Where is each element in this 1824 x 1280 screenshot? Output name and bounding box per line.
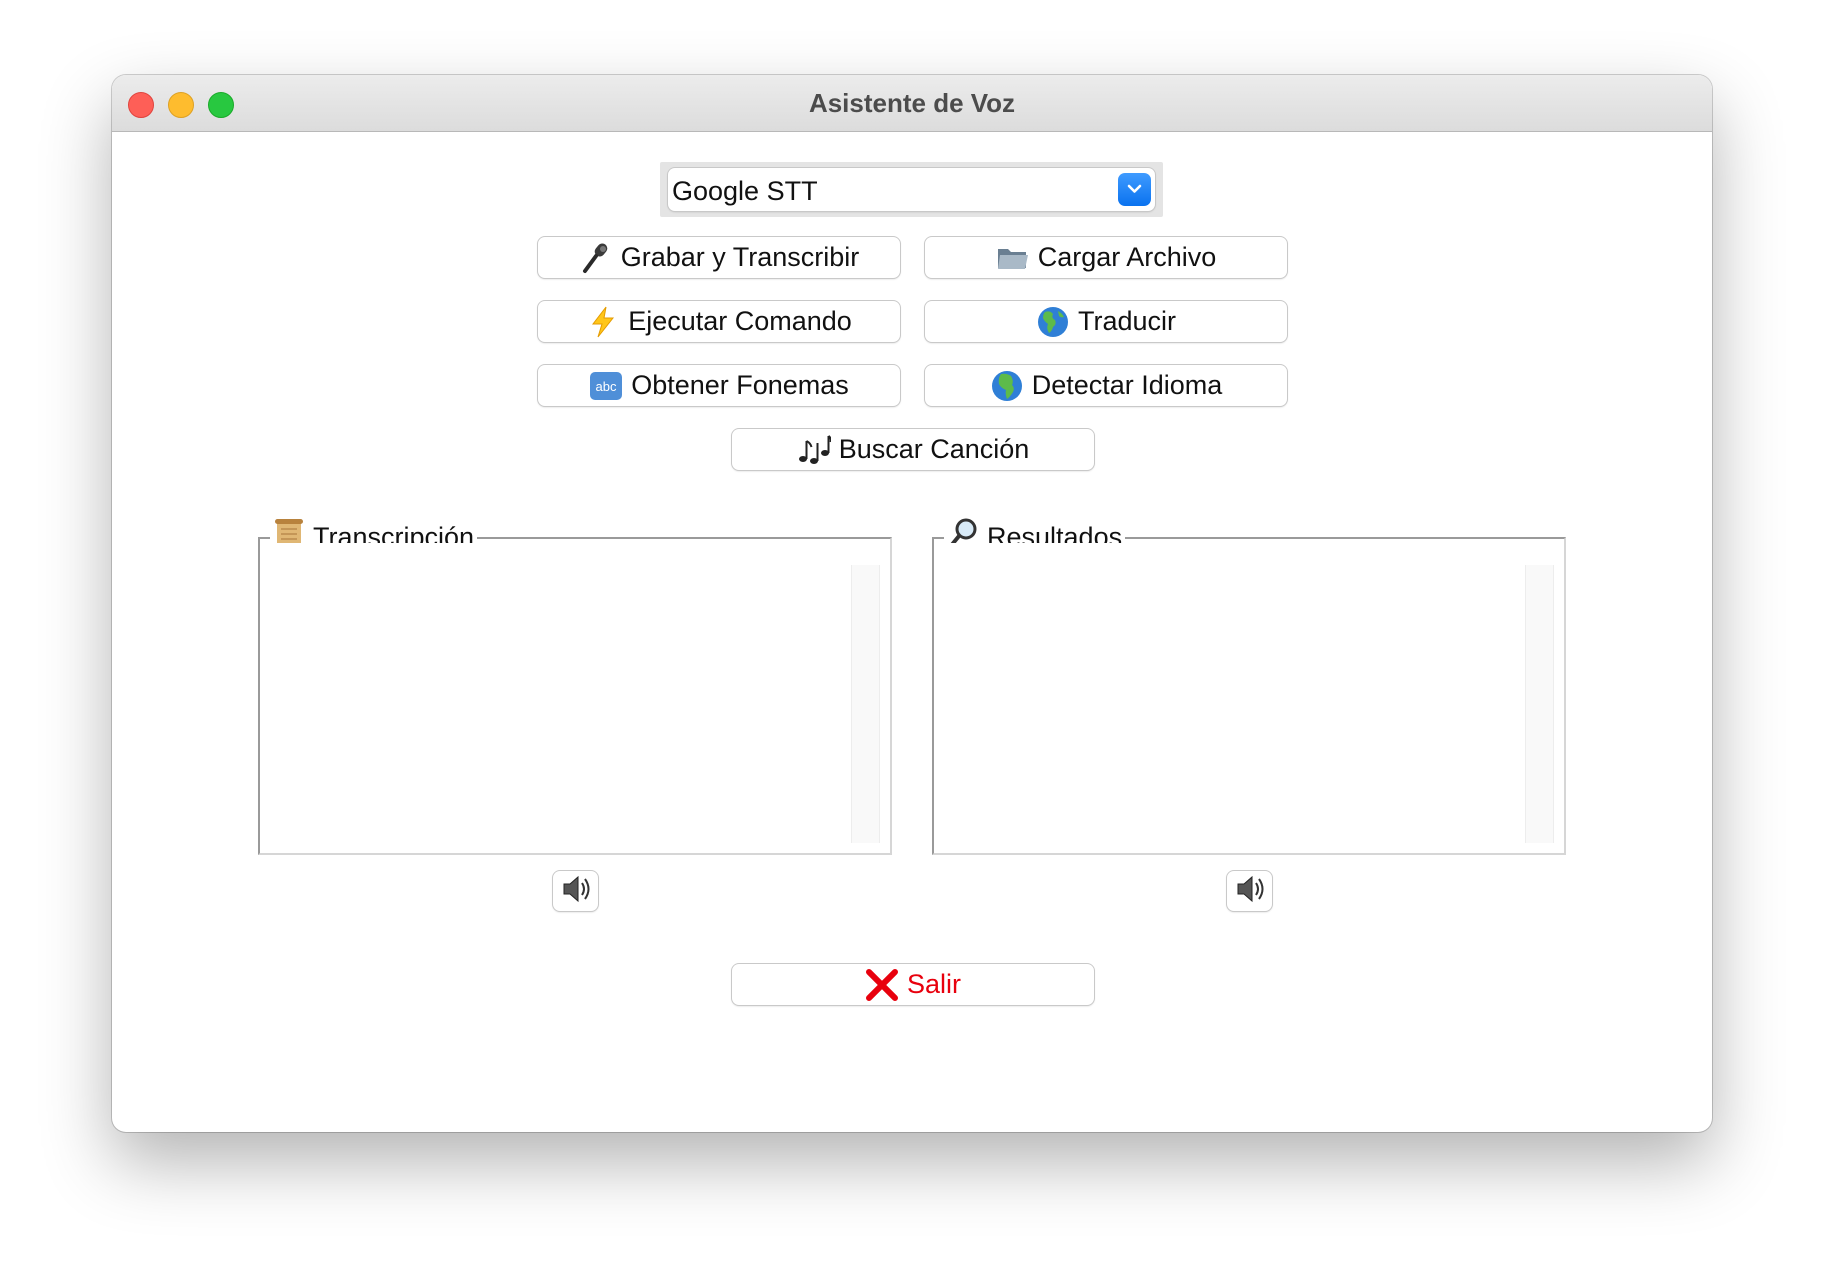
- results-scrollbar[interactable]: [1525, 565, 1554, 843]
- engine-select-value: Google STT: [672, 176, 818, 206]
- results-panel: Resultados: [932, 517, 1566, 855]
- speaker-icon: [1234, 874, 1266, 909]
- translate-button[interactable]: Traducir: [925, 301, 1287, 342]
- window-title: Asistente de Voz: [808, 88, 1016, 118]
- engine-select[interactable]: Google STT: [668, 168, 1155, 211]
- speak-results-button[interactable]: [1227, 871, 1272, 911]
- exit-button[interactable]: Salir: [732, 964, 1094, 1005]
- folder-icon: [996, 241, 1030, 275]
- engine-select-container: Google STT: [660, 162, 1163, 217]
- globe-africa-icon: [990, 369, 1024, 403]
- speak-transcription-button[interactable]: [553, 871, 598, 911]
- cross-mark-icon: [865, 968, 899, 1002]
- transcription-scrollbar[interactable]: [851, 565, 880, 843]
- transcription-textarea[interactable]: [263, 543, 887, 850]
- record-transcribe-label: Grabar y Transcribir: [620, 242, 860, 272]
- title-bar[interactable]: Asistente de Voz: [112, 75, 1712, 132]
- translate-label: Traducir: [1077, 306, 1177, 336]
- transcription-panel: Transcripción: [258, 517, 892, 855]
- results-textarea[interactable]: [937, 543, 1561, 850]
- record-transcribe-button[interactable]: Grabar y Transcribir: [538, 237, 900, 278]
- app-window: Asistente de Voz Google STT Grabar y Tra…: [112, 75, 1712, 1132]
- detect-language-button[interactable]: Detectar Idioma: [925, 365, 1287, 406]
- microphone-icon: [579, 241, 613, 275]
- run-command-button[interactable]: Ejecutar Comando: [538, 301, 900, 342]
- get-phonemes-button[interactable]: abc Obtener Fonemas: [538, 365, 900, 406]
- get-phonemes-label: Obtener Fonemas: [631, 370, 849, 400]
- search-song-button[interactable]: Buscar Canción: [732, 429, 1094, 470]
- load-file-label: Cargar Archivo: [1037, 242, 1217, 272]
- globe-americas-icon: [1036, 305, 1070, 339]
- lightning-icon: [586, 305, 620, 339]
- chevron-down-icon[interactable]: [1118, 173, 1151, 206]
- svg-text:abc: abc: [596, 379, 617, 394]
- exit-label: Salir: [906, 969, 961, 999]
- abc-icon: abc: [589, 369, 623, 403]
- music-notes-icon: [797, 433, 831, 467]
- speaker-icon: [560, 874, 592, 909]
- run-command-label: Ejecutar Comando: [628, 306, 852, 336]
- detect-language-label: Detectar Idioma: [1031, 370, 1223, 400]
- search-song-label: Buscar Canción: [838, 434, 1030, 464]
- load-file-button[interactable]: Cargar Archivo: [925, 237, 1287, 278]
